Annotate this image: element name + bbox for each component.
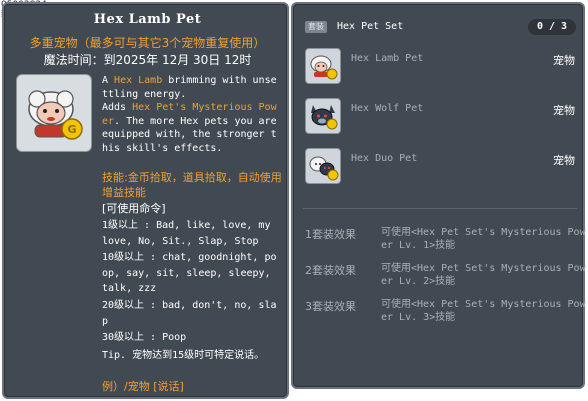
command-line: 30级以上 : Poop (102, 332, 187, 343)
command-line: 20级以上 : bad, don't, no, slap (102, 300, 277, 327)
set-pet-name: Hex Lamb Pet (351, 53, 424, 64)
set-effect-desc: 可使用<Hex Pet Set's Mysterious Power Lv. 3… (381, 299, 586, 323)
desc-highlight-name: Hex Lamb (114, 75, 163, 86)
duo-pet-icon (305, 148, 341, 184)
desc-text: A (102, 75, 115, 86)
set-count: 0 / 3 (528, 19, 576, 35)
set-effect-label: 1套装效果 (305, 228, 356, 241)
set-effect-label: 3套装效果 (305, 300, 356, 313)
command-line: 1级以上 : Bad, like, love, my love, No, Sit… (102, 220, 271, 247)
pet-title: Hex Lamb Pet (93, 12, 202, 27)
set-pet-row: Hex Lamb Pet 宠物 (305, 48, 577, 88)
lamb-pet-icon: G (28, 90, 83, 140)
set-info-panel: 套装 Hex Pet Set 0 / 3 Hex Lamb Pet 宠物 Hex… (291, 2, 586, 389)
magic-time: 魔法时间：到2025年 12月 30日 12时 (43, 53, 252, 67)
set-pet-name: Hex Duo Pet (351, 153, 418, 164)
desc-text: . The more Hex pets you are equipped wit… (102, 115, 277, 154)
command-line: 10级以上 : chat, goodnight, poop, say, sit,… (102, 252, 277, 294)
set-title: Hex Pet Set (337, 21, 404, 32)
pet-example: 例）/宠物 [说话] (102, 380, 184, 393)
set-pet-category: 宠物 (553, 104, 575, 117)
multi-pet-note: 多重宠物（最多可与其它3个宠物重复使用） (29, 36, 266, 50)
set-pet-row: Hex Duo Pet 宠物 (305, 148, 577, 188)
set-effect-label: 2套装效果 (305, 264, 356, 277)
commands-header: [可使用命令] (102, 202, 166, 215)
wolf-pet-icon (305, 98, 341, 134)
set-pet-category: 宠物 (553, 54, 575, 67)
desc-text: Adds (102, 102, 133, 113)
set-effect-desc: 可使用<Hex Pet Set's Mysterious Power Lv. 2… (381, 263, 586, 287)
pet-tip: Tip. 宠物达到15级时可特定说话。 (102, 350, 265, 361)
pet-icon-frame: G (16, 74, 92, 152)
lamb-pet-icon (305, 48, 341, 84)
set-pet-row: Hex Wolf Pet 宠物 (305, 98, 577, 138)
set-badge: 套装 (305, 21, 327, 33)
pet-description: A Hex Lamb brimming with unsettling ener… (102, 74, 282, 155)
set-pet-category: 宠物 (553, 154, 575, 167)
divider (303, 208, 577, 209)
set-effect-desc: 可使用<Hex Pet Set's Mysterious Power Lv. 1… (381, 227, 586, 251)
item-tooltip-panel: Hex Lamb Pet 多重宠物（最多可与其它3个宠物重复使用） 魔法时间：到… (2, 2, 289, 399)
set-pet-name: Hex Wolf Pet (351, 103, 424, 114)
pet-skills: 技能:金币拾取，道具拾取，自动使用增益技能 (102, 171, 282, 199)
svg-text:G: G (67, 123, 76, 136)
